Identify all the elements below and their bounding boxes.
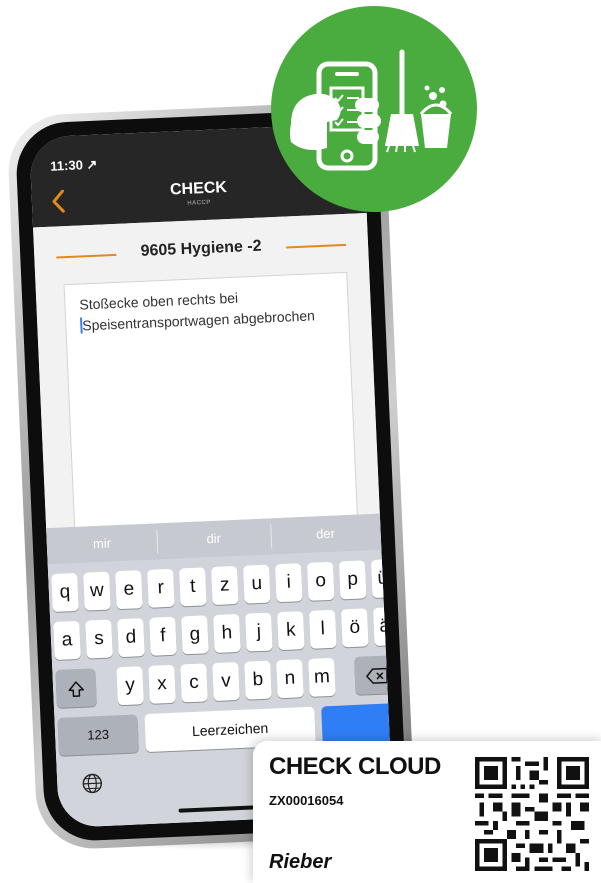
key[interactable]: u [242, 564, 271, 604]
key[interactable]: n [276, 659, 304, 699]
suggestion-2[interactable]: dir [158, 529, 269, 549]
key[interactable]: j [245, 612, 273, 652]
badge-illustration [290, 49, 453, 171]
key[interactable]: d [117, 618, 145, 658]
shift-key[interactable] [55, 668, 97, 708]
phone-bezel: 11:30 ↗ CHECK HACCP 9605 Hygiene -2 Stoß… [14, 108, 408, 843]
suggestion-1[interactable]: mir [47, 533, 158, 553]
suggestion-3[interactable]: der [270, 524, 381, 544]
status-time: 11:30 ↗ [50, 156, 98, 174]
phone-screen: 11:30 ↗ CHECK HACCP 9605 Hygiene -2 Stoß… [29, 123, 393, 828]
bucket-icon [419, 85, 453, 148]
device-code: ZX00016054 [269, 793, 344, 808]
key[interactable]: z [210, 565, 239, 606]
qr-code[interactable] [475, 755, 589, 873]
key[interactable]: m [308, 657, 336, 697]
globe-icon[interactable] [81, 772, 104, 795]
broom-icon [385, 49, 419, 153]
backspace-icon [365, 667, 388, 684]
key[interactable]: r [147, 568, 175, 608]
key[interactable]: e [115, 570, 143, 610]
key[interactable]: q [51, 572, 79, 613]
key[interactable]: s [85, 619, 113, 659]
section-header: 9605 Hygiene -2 [56, 234, 347, 269]
key[interactable]: c [180, 663, 208, 703]
key[interactable]: l [308, 609, 337, 649]
brand-logo: Rieber [269, 851, 332, 873]
key[interactable]: v [212, 661, 240, 702]
key[interactable]: f [149, 616, 177, 656]
key[interactable]: ü [370, 559, 393, 599]
key[interactable]: a [53, 620, 81, 660]
device-id-card: CHECK CLOUD ZX00016054 Rieber [253, 741, 601, 883]
key[interactable]: y [116, 666, 144, 706]
key[interactable]: b [244, 660, 272, 700]
shift-icon [68, 680, 84, 697]
key[interactable]: o [306, 561, 335, 601]
key[interactable]: x [148, 664, 176, 704]
key[interactable]: t [179, 567, 207, 607]
key[interactable]: h [213, 613, 241, 654]
backspace-key[interactable] [354, 655, 393, 695]
key[interactable]: p [338, 560, 367, 600]
section-title: 9605 Hygiene -2 [140, 237, 262, 260]
note-textarea[interactable]: Stoßecke oben rechts bei Speisentranspor… [63, 271, 359, 533]
key[interactable]: g [181, 615, 209, 655]
return-key[interactable] [321, 703, 393, 745]
phone-frame: 11:30 ↗ CHECK HACCP 9605 Hygiene -2 Stoß… [6, 100, 416, 851]
key[interactable]: ö [340, 608, 369, 648]
key[interactable]: ä [372, 607, 393, 647]
numbers-key[interactable]: 123 [57, 714, 140, 756]
key[interactable]: k [277, 611, 305, 651]
card-title: CHECK CLOUD [269, 753, 441, 780]
key[interactable]: i [274, 563, 303, 603]
key[interactable]: w [83, 571, 111, 611]
cleaning-app-badge [271, 6, 477, 212]
